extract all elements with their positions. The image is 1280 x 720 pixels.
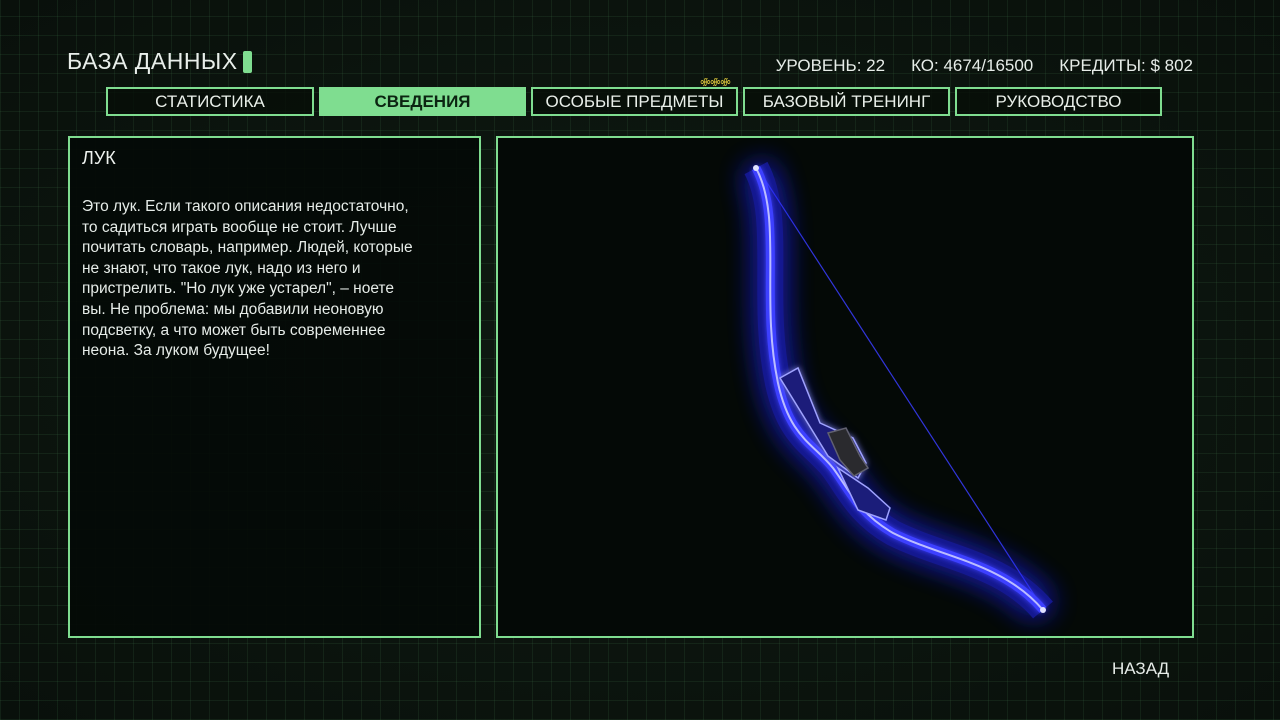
tab-label: ОСОБЫЕ ПРЕДМЕТЫ xyxy=(545,91,724,111)
page-title-text: БАЗА ДАННЫХ xyxy=(67,48,238,74)
neon-bow-icon xyxy=(744,161,1053,619)
item-info-panel: ЛУК Это лук. Если такого описания недост… xyxy=(68,136,481,638)
tab-label: РУКОВОДСТВО xyxy=(995,91,1122,111)
tab-special-items[interactable]: ꗂꗂꗂ ОСОБЫЕ ПРЕДМЕТЫ xyxy=(531,78,738,116)
tab-bar: СТАТИСТИКА СВЕДЕНИЯ ꗂꗂꗂ ОСОБЫЕ ПРЕДМЕТЫ … xyxy=(106,78,1162,116)
database-screen: БАЗА ДАННЫХ УРОВЕНЬ: 22 КО: 4674/16500 К… xyxy=(0,0,1280,720)
credits-stat: КРЕДИТЫ: $ 802 xyxy=(1059,56,1193,75)
tab-label: БАЗОВЫЙ ТРЕНИНГ xyxy=(762,91,931,111)
cursor-block-icon xyxy=(242,50,252,73)
new-items-icon: ꗂꗂꗂ xyxy=(699,77,731,89)
tab-label: СТАТИСТИКА xyxy=(155,91,265,111)
tab-statistics[interactable]: СТАТИСТИКА xyxy=(106,87,314,116)
item-description: Это лук. Если такого описания недостаточ… xyxy=(82,198,413,360)
xp-stat: КО: 4674/16500 xyxy=(911,56,1034,75)
item-image-panel xyxy=(496,136,1194,638)
tab-info[interactable]: СВЕДЕНИЯ xyxy=(319,87,526,116)
tab-basic-training[interactable]: БАЗОВЫЙ ТРЕНИНГ xyxy=(743,87,950,116)
player-stats: УРОВЕНЬ: 22 КО: 4674/16500 КРЕДИТЫ: $ 80… xyxy=(776,56,1193,76)
tab-label: СВЕДЕНИЯ xyxy=(374,91,471,111)
tab-guide[interactable]: РУКОВОДСТВО xyxy=(955,87,1162,116)
item-title: ЛУК xyxy=(82,148,116,168)
back-button[interactable]: НАЗАД xyxy=(1112,659,1169,679)
level-stat: УРОВЕНЬ: 22 xyxy=(775,56,886,75)
page-title: БАЗА ДАННЫХ xyxy=(67,48,252,75)
